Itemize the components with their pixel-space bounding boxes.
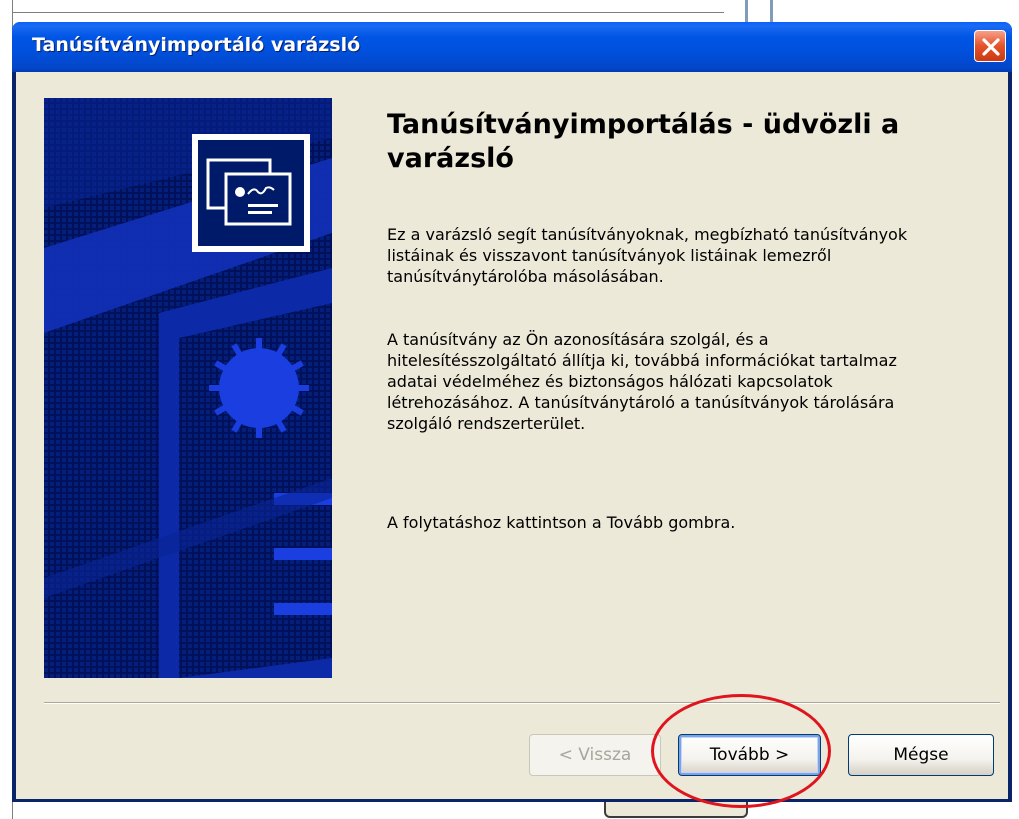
cancel-button[interactable]: Mégse: [848, 734, 994, 776]
wizard-intro-text: Ez a varázsló segít tanúsítványoknak, me…: [387, 225, 908, 286]
wizard-window: Tanúsítványimportáló varázsló Tanúsítván…: [12, 22, 1012, 802]
wizard-description-text: A tanúsítvány az Ön azonosítására szolgá…: [387, 330, 897, 433]
background-divider: [12, 12, 724, 13]
back-button[interactable]: < Vissza: [529, 734, 661, 776]
title-bar[interactable]: Tanúsítványimportáló varázsló: [12, 22, 1012, 72]
button-separator: [44, 702, 1000, 704]
wizard-heading: Tanúsítványimportálás - üdvözli a varázs…: [387, 109, 900, 174]
wizard-continue-text: A folytatáshoz kattintson a Tovább gombr…: [387, 513, 736, 532]
close-icon: [982, 38, 1000, 56]
wizard-client-area: Tanúsítványimportálás - üdvözli a varázs…: [16, 72, 1008, 799]
certificate-icon: [192, 134, 310, 252]
close-button[interactable]: [974, 30, 1006, 62]
highlight-annotation: [651, 694, 831, 808]
wizard-banner: [44, 98, 332, 678]
window-title: Tanúsítványimportáló varázsló: [32, 34, 361, 56]
